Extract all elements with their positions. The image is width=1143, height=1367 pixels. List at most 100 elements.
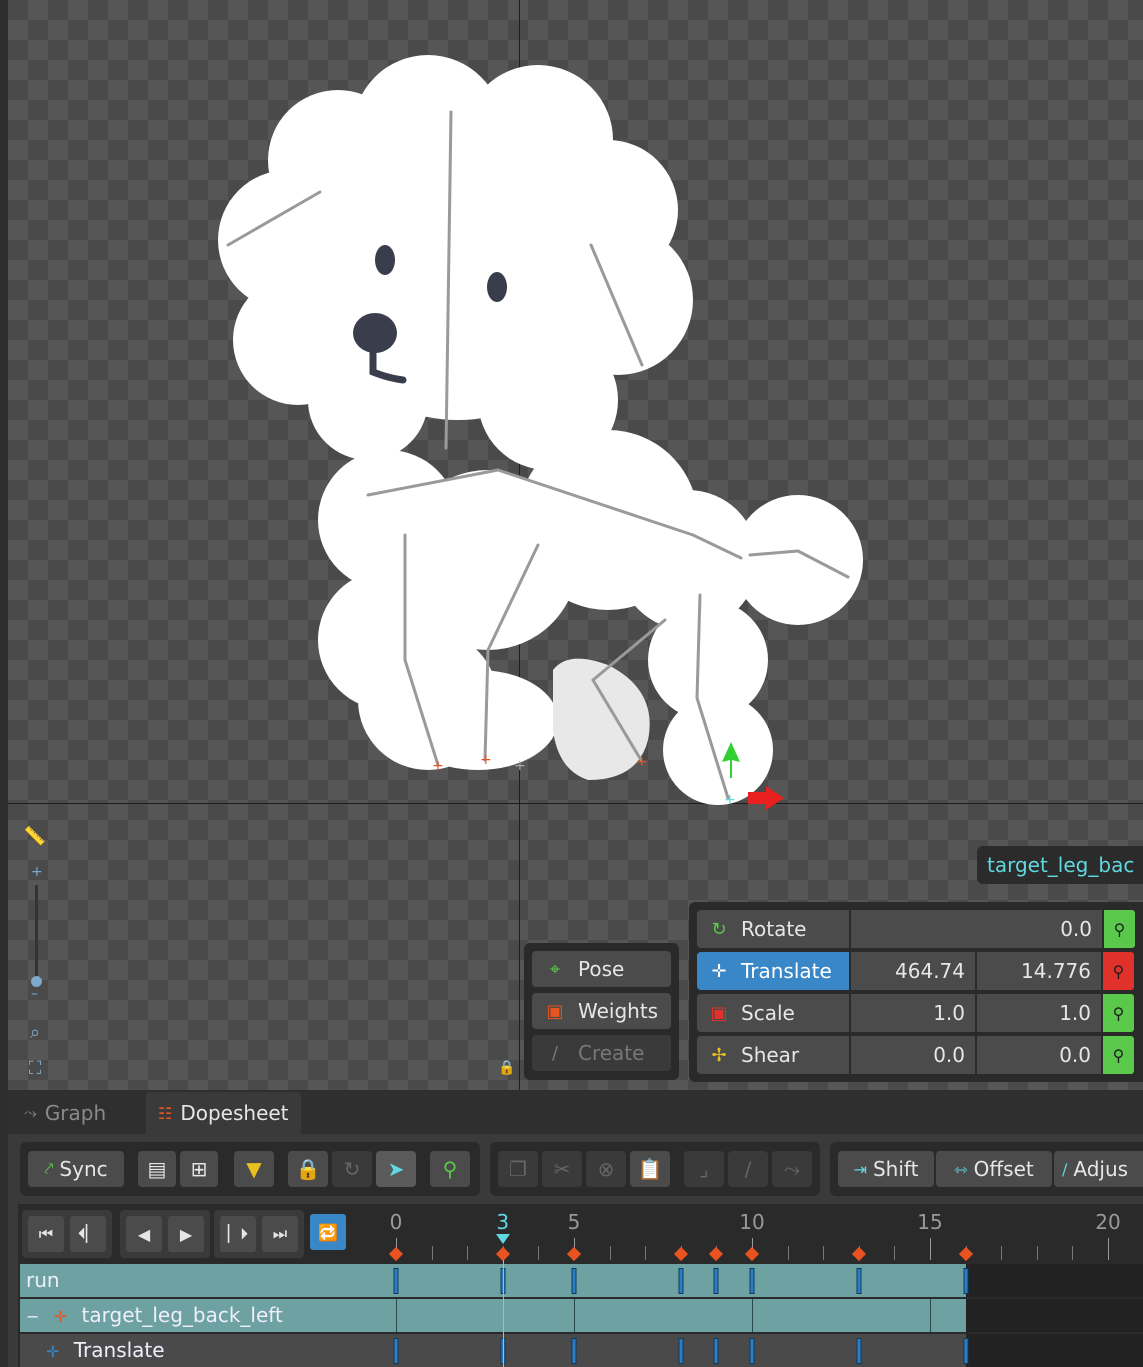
tab-graph[interactable]: ⤳ Graph (12, 1092, 118, 1134)
property-track-end-area (966, 1334, 1143, 1367)
translate-y-field[interactable]: 14.776 (975, 952, 1101, 990)
interval-divider (574, 1299, 575, 1332)
tab-graph-label: Graph (44, 1101, 107, 1125)
ruler-tick (645, 1246, 647, 1260)
translate-label: Translate (741, 959, 832, 983)
step-interpolation-icon[interactable]: ⌟ (684, 1151, 724, 1187)
shear-icon: ✢ (711, 1044, 727, 1066)
adjust-label: Adjus (1073, 1157, 1129, 1181)
offset-icon: ⇿ (954, 1159, 968, 1179)
adjust-button[interactable]: ∕ Adjus (1054, 1151, 1143, 1187)
zoom-slider[interactable] (35, 885, 38, 980)
keyframe-marker[interactable] (851, 1246, 866, 1262)
keyframe-bar[interactable] (678, 1268, 684, 1294)
keyframe-marker[interactable] (709, 1246, 724, 1262)
property-track-label: ✛ Translate (46, 1334, 165, 1367)
shear-y-field[interactable]: 0.0 (975, 1036, 1101, 1074)
keyframe-marker[interactable] (744, 1246, 760, 1262)
cut-icon[interactable]: ✂ (542, 1151, 582, 1187)
shift-button[interactable]: ⇥ Shift (838, 1151, 934, 1187)
pose-icon: ⌖ (549, 958, 561, 980)
shear-x-field[interactable]: 0.0 (849, 1036, 975, 1074)
collapse-all-icon[interactable]: ▤ (138, 1151, 176, 1187)
bone-name: target_leg_back_left (81, 1303, 283, 1327)
rotate-row: ↻ Rotate 0.0 ⚲ (697, 910, 1135, 948)
keyframe-marker[interactable] (566, 1246, 582, 1262)
keyframe-bar[interactable] (749, 1338, 755, 1364)
keyframe-bar[interactable] (856, 1338, 862, 1364)
rotate-value-field[interactable]: 0.0 (849, 910, 1102, 948)
scale-y-field[interactable]: 1.0 (975, 994, 1101, 1032)
linear-interpolation-icon[interactable]: ∕ (728, 1151, 768, 1187)
shear-key-icon[interactable]: ⚲ (1103, 1036, 1134, 1074)
translate-icon: ✛ (711, 960, 727, 982)
keyframe-bar[interactable] (963, 1338, 969, 1364)
ruler-tick (431, 1246, 433, 1260)
ruler-icon[interactable]: 📏 (20, 822, 50, 850)
scale-x-field[interactable]: 1.0 (849, 994, 975, 1032)
keyframe-marker[interactable] (673, 1246, 688, 1262)
pose-mode-button[interactable]: ⌖ Pose (532, 951, 671, 987)
paste-icon[interactable]: 📋 (630, 1151, 670, 1187)
zoom-in-icon[interactable]: + (31, 864, 43, 880)
playhead-handle[interactable] (495, 1234, 510, 1244)
magnifier-icon[interactable]: ⌕ (20, 1018, 50, 1046)
rotate-button[interactable]: ↻ Rotate (697, 910, 849, 948)
sync-button[interactable]: ⤤ Sync (28, 1151, 124, 1187)
keyframe-marker[interactable] (958, 1246, 973, 1262)
keyframe-bar[interactable] (749, 1268, 755, 1294)
translate-key-icon[interactable]: ⚲ (1103, 952, 1134, 990)
animation-name: run (26, 1268, 60, 1292)
transform-panel: ↻ Rotate 0.0 ⚲ ✛ Translate 464.74 14.776… (689, 902, 1143, 1082)
keyframe-bar[interactable] (713, 1338, 719, 1364)
keyframe-bar[interactable] (393, 1268, 399, 1294)
bone-track[interactable]: − ✛ target_leg_back_left (20, 1299, 1143, 1333)
offset-button[interactable]: ⇿ Offset (936, 1151, 1052, 1187)
zoom-out-icon[interactable]: – (31, 986, 38, 1002)
fit-view-icon[interactable]: ⛶ (20, 1054, 50, 1082)
keyframe-marker[interactable] (495, 1246, 510, 1262)
bezier-interpolation-icon[interactable]: ⤳ (772, 1151, 812, 1187)
lock-toggle-icon[interactable]: 🔒 (288, 1151, 328, 1187)
loop-selection-icon[interactable]: ↻ (332, 1151, 372, 1187)
animation-track[interactable]: run (20, 1264, 1143, 1298)
rotate-key-icon[interactable]: ⚲ (1104, 910, 1135, 948)
dopesheet-icon: ☷ (158, 1103, 173, 1123)
pose-mode-label: Pose (578, 957, 625, 981)
tab-dopesheet[interactable]: ☷ Dopesheet (146, 1092, 301, 1134)
scale-key-icon[interactable]: ⚲ (1103, 994, 1134, 1032)
ruler-label: 15 (917, 1210, 943, 1234)
ruler-label: 5 (567, 1210, 581, 1234)
keyframe-bar[interactable] (571, 1268, 577, 1294)
auto-key-icon[interactable]: ➤ (376, 1151, 416, 1187)
shear-button[interactable]: ✢ Shear (697, 1036, 849, 1074)
translate-x-field[interactable]: 464.74 (849, 952, 975, 990)
delete-icon[interactable]: ⊗ (586, 1151, 626, 1187)
expand-all-icon[interactable]: ⊞ (180, 1151, 218, 1187)
frame-ruler[interactable]: 0 3 5 10 15 20 (18, 1204, 1143, 1264)
keyframe-bar[interactable] (393, 1338, 399, 1364)
scale-button[interactable]: ▣ Scale (697, 994, 849, 1032)
create-mode-button[interactable]: ∕ Create (532, 1035, 671, 1071)
keyframe-bar[interactable] (963, 1268, 969, 1294)
playhead-line (502, 1260, 504, 1367)
copy-icon[interactable]: ❐ (498, 1151, 538, 1187)
scale-icon: ▣ (710, 1002, 728, 1024)
keyframe-bar[interactable] (713, 1268, 719, 1294)
property-track[interactable]: ✛ Translate (20, 1334, 1143, 1367)
keyframe-bar[interactable] (678, 1338, 684, 1364)
collapse-icon[interactable]: − (26, 1307, 39, 1326)
scale-label: Scale (741, 1001, 795, 1025)
lock-icon[interactable]: 🔒 (498, 1060, 515, 1076)
weights-mode-button[interactable]: ▣ Weights (532, 993, 671, 1029)
keyframe-bar[interactable] (856, 1268, 862, 1294)
animation-track-end-area (966, 1264, 1143, 1297)
ruler-tick (609, 1246, 611, 1260)
keyframe-bar[interactable] (571, 1338, 577, 1364)
bone-track-label: − ✛ target_leg_back_left (26, 1299, 283, 1332)
keyframe-marker[interactable] (388, 1246, 404, 1262)
translate-button[interactable]: ✛ Translate (697, 952, 849, 990)
graph-icon: ⤳ (24, 1103, 37, 1122)
key-toggle-icon[interactable]: ⚲ (430, 1151, 470, 1187)
filter-icon[interactable]: ▼ (234, 1151, 274, 1187)
